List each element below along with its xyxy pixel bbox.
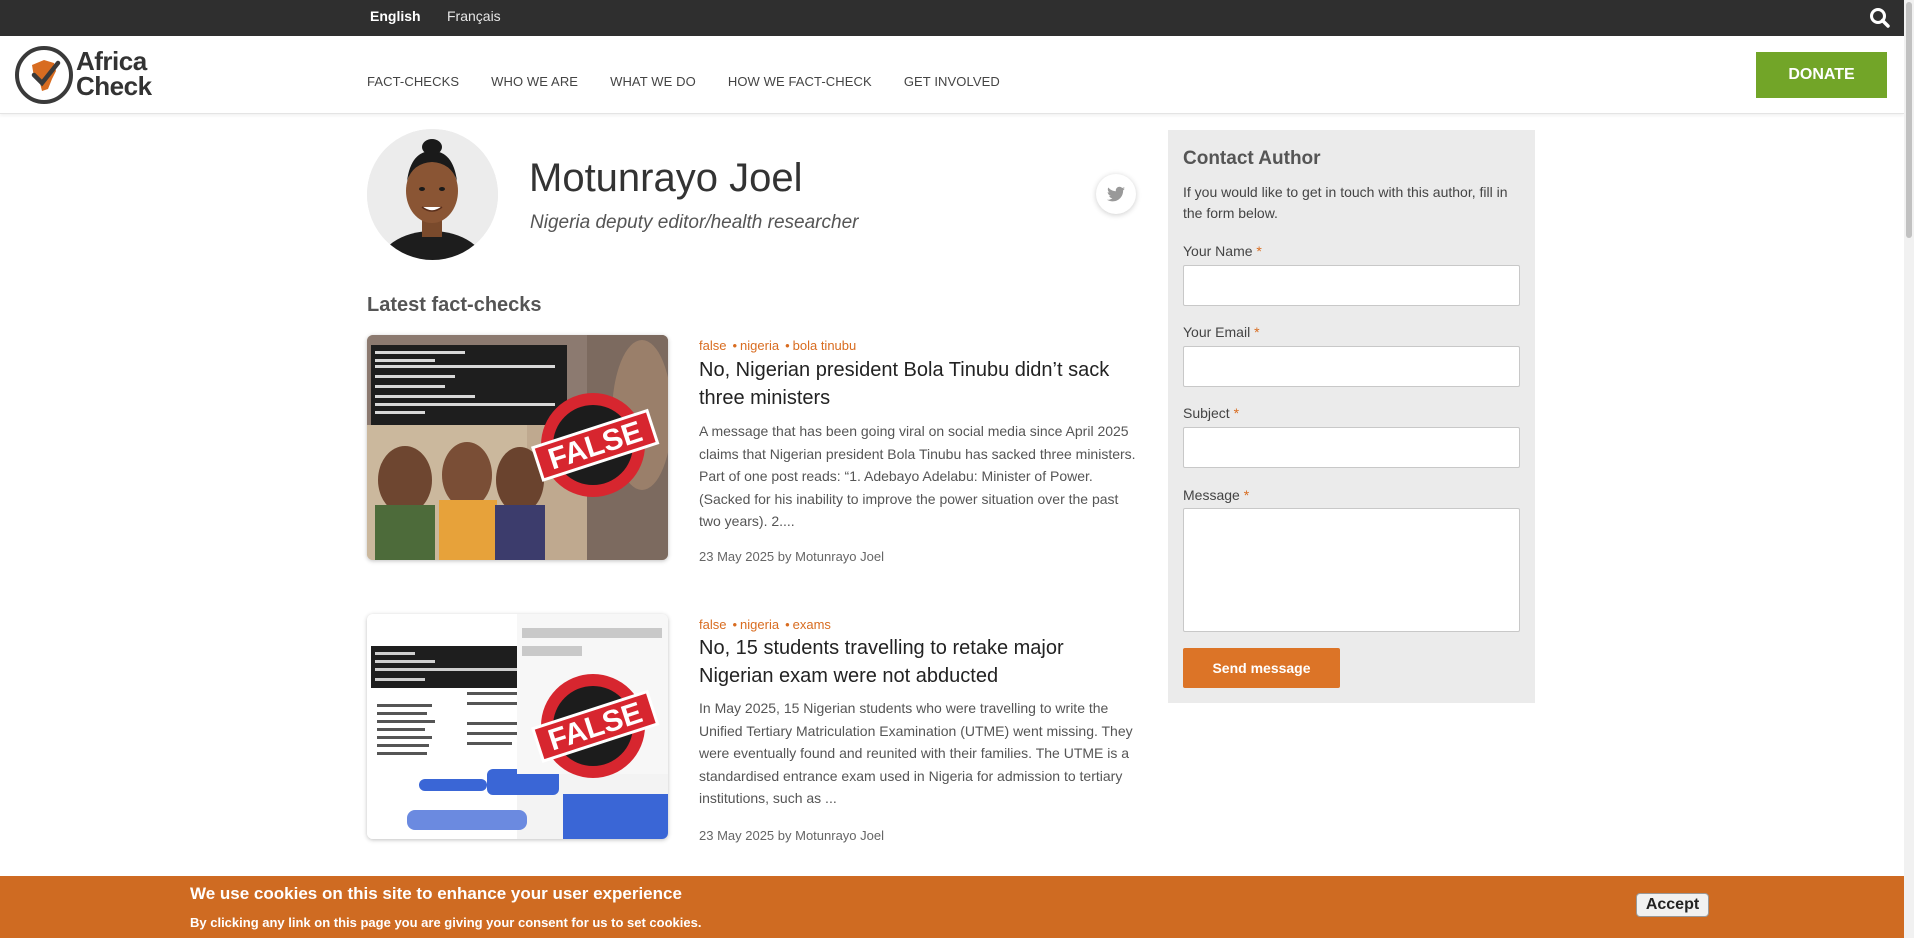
latest-fact-checks-heading: Latest fact-checks	[367, 294, 542, 316]
twitter-icon	[1106, 186, 1125, 202]
subject-input[interactable]	[1183, 427, 1520, 468]
tag-link[interactable]: false	[699, 338, 726, 353]
cookie-banner: We use cookies on this site to enhance y…	[0, 876, 1904, 938]
article-thumbnail[interactable]: FALSE	[367, 614, 668, 839]
author-avatar	[367, 129, 498, 260]
twitter-button[interactable]	[1096, 174, 1136, 214]
contact-intro-text: If you would like to get in touch with t…	[1183, 184, 1508, 221]
article-title-link[interactable]: No, 15 students travelling to retake maj…	[699, 634, 1139, 690]
article-tags: false • nigeria • bola tinubu	[699, 338, 857, 353]
contact-author-panel: Contact Author If you would like to get …	[1168, 130, 1535, 703]
article-excerpt: A message that has been going viral on s…	[699, 423, 1136, 529]
accept-cookies-button[interactable]: Accept	[1636, 893, 1709, 917]
article-meta: 23 May 2025 by Motunrayo Joel	[699, 828, 884, 843]
language-bar: English Français	[0, 0, 1904, 36]
article-tags: false • nigeria • exams	[699, 617, 831, 632]
cookie-banner-title: We use cookies on this site to enhance y…	[190, 884, 682, 903]
email-input[interactable]	[1183, 346, 1520, 387]
author-name: Motunrayo Joel	[529, 156, 803, 200]
language-english-link[interactable]: English	[370, 8, 421, 24]
name-field-label: Your Name *	[1183, 243, 1262, 259]
article-excerpt: In May 2025, 15 Nigerian students who we…	[699, 700, 1133, 806]
author-role: Nigeria deputy editor/health researcher	[530, 212, 859, 233]
nav-what-we-do[interactable]: WHAT WE DO	[610, 74, 696, 89]
article-title-link[interactable]: No, Nigerian president Bola Tinubu didn’…	[699, 356, 1139, 412]
send-message-button[interactable]: Send message	[1183, 648, 1340, 688]
scrollbar-thumb[interactable]	[1906, 2, 1912, 238]
message-textarea[interactable]	[1183, 508, 1520, 632]
message-field-label: Message *	[1183, 487, 1250, 503]
africa-check-logo[interactable]: Africa Check	[14, 45, 164, 105]
site-header: Africa Check FACT-CHECKS WHO WE ARE WHAT…	[0, 36, 1904, 114]
nav-who-we-are[interactable]: WHO WE ARE	[491, 74, 578, 89]
article-thumbnail[interactable]: FALSE	[367, 335, 668, 560]
donate-button[interactable]: DONATE	[1756, 52, 1887, 98]
logo-line-2: Check	[76, 71, 152, 101]
name-input[interactable]	[1183, 265, 1520, 306]
tag-link[interactable]: nigeria	[740, 338, 779, 353]
email-field-label: Your Email *	[1183, 324, 1260, 340]
cookie-banner-subtitle: By clicking any link on this page you ar…	[190, 915, 702, 930]
tag-link[interactable]: bola tinubu	[793, 338, 857, 353]
nav-how-we-fact-check[interactable]: HOW WE FACT-CHECK	[728, 74, 872, 89]
tag-link[interactable]: nigeria	[740, 617, 779, 632]
main-nav: FACT-CHECKS WHO WE ARE WHAT WE DO HOW WE…	[367, 74, 1032, 89]
logo-wordmark: Africa Check	[76, 48, 152, 101]
search-icon[interactable]	[1866, 4, 1894, 32]
language-french-link[interactable]: Français	[447, 8, 501, 24]
tag-link[interactable]: exams	[793, 617, 831, 632]
nav-get-involved[interactable]: GET INVOLVED	[904, 74, 1000, 89]
subject-field-label: Subject *	[1183, 405, 1240, 421]
contact-author-title: Contact Author	[1183, 148, 1321, 169]
logo-emblem-icon	[15, 46, 73, 104]
tag-link[interactable]: false	[699, 617, 726, 632]
article-meta: 23 May 2025 by Motunrayo Joel	[699, 549, 884, 564]
nav-fact-checks[interactable]: FACT-CHECKS	[367, 74, 459, 89]
